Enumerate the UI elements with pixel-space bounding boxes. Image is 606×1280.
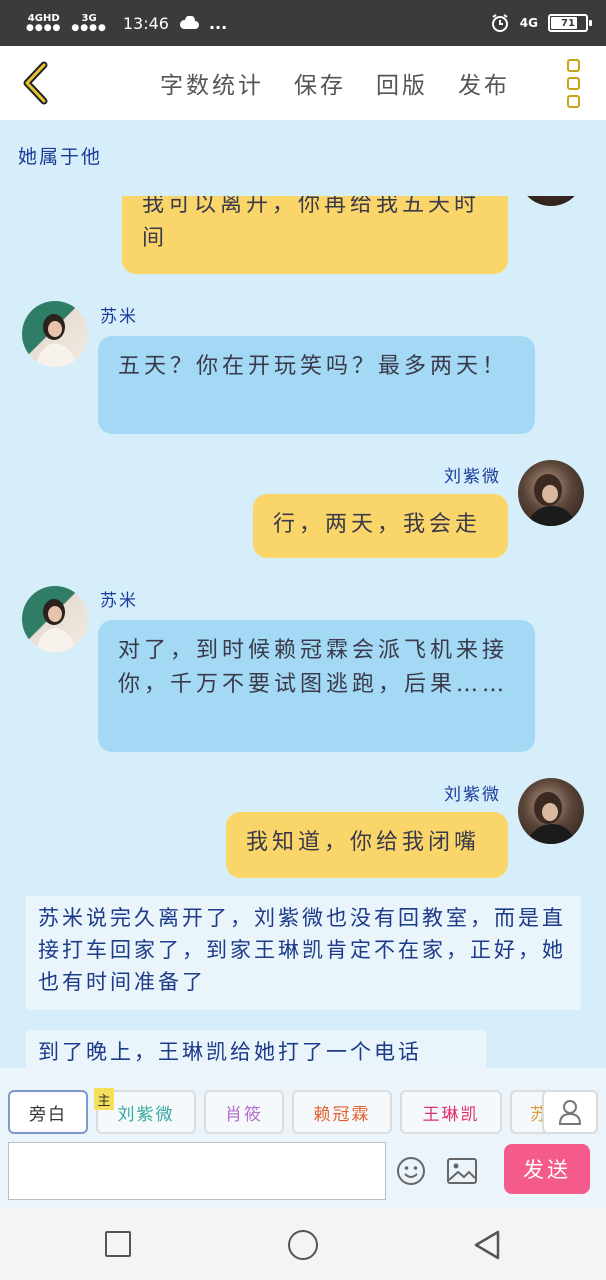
battery-icon: 71: [548, 14, 592, 32]
message-bubble[interactable]: 我可以离开，你再给我五天时间: [122, 196, 508, 274]
publish-button[interactable]: 发布: [458, 66, 510, 100]
menu-dot-icon: [567, 76, 580, 90]
status-bar: 4GHD ●●●● 3G ●●●● 13:46 ... 4G 71: [0, 0, 606, 46]
speaker-name: 刘紫微: [444, 467, 501, 487]
network-type-label: 4GHD: [27, 12, 60, 24]
character-chip[interactable]: 肖筱: [204, 1090, 284, 1134]
word-count-button[interactable]: 字数统计: [160, 66, 264, 100]
clock: 13:46: [122, 13, 169, 33]
recent-apps-icon[interactable]: [105, 1231, 131, 1257]
cloud-icon: [179, 16, 199, 29]
avatar-su-mi[interactable]: [22, 301, 88, 367]
avatar-liu-ziwei[interactable]: [518, 460, 584, 526]
character-chip[interactable]: 赖冠霖: [292, 1090, 392, 1134]
message-bubble[interactable]: 五天？你在开玩笑吗？最多两天！: [98, 336, 535, 434]
message-bubble[interactable]: 行，两天，我会走: [253, 494, 508, 558]
menu-dot-icon: [567, 58, 580, 72]
image-icon[interactable]: [446, 1156, 478, 1186]
character-chip-narrator[interactable]: 旁白: [8, 1090, 88, 1134]
main-character-badge: 主: [94, 1088, 114, 1110]
composer-panel: 旁白 主 刘紫微 肖筱 赖冠霖 王琳凯 苏 发送: [0, 1068, 606, 1208]
speaker-name: 刘紫微: [444, 785, 501, 805]
narration-block[interactable]: 苏米说完久离开了，刘紫微也没有回教室，而是直接打车回家了，到家王琳凯肯定不在家，…: [26, 896, 581, 1010]
revert-version-button[interactable]: 回版: [376, 66, 428, 100]
more-menu-button[interactable]: [567, 58, 580, 108]
message-bubble[interactable]: 对了，到时候赖冠霖会派飞机来接你，千万不要试图逃跑，后果……: [98, 620, 535, 752]
send-button[interactable]: 发送: [504, 1144, 590, 1194]
back-button[interactable]: [0, 46, 70, 120]
avatar-su-mi[interactable]: [22, 586, 88, 652]
top-toolbar: 字数统计 保存 回版 发布: [0, 46, 606, 120]
chapter-title[interactable]: 她属于他: [18, 142, 102, 169]
menu-dot-icon: [567, 94, 580, 108]
signal-icon-sim1: 4GHD ●●●●: [26, 12, 62, 33]
user-icon: [558, 1100, 582, 1125]
more-notifications-icon: ...: [208, 13, 228, 33]
chip-label: 刘紫微: [117, 1104, 175, 1125]
avatar-liu-ziwei[interactable]: [518, 778, 584, 844]
network-4g-label: 4G: [519, 16, 538, 30]
chat-area[interactable]: 我可以离开，你再给我五天时间 苏米 五天？你在开玩笑吗？最多两天！ 刘紫微 行，…: [0, 196, 606, 1068]
network-type-label: 3G: [81, 12, 97, 24]
chip-label: 赖冠霖: [313, 1104, 371, 1125]
system-nav-bar: [0, 1208, 606, 1280]
battery-level: 71: [561, 17, 575, 29]
save-button[interactable]: 保存: [294, 66, 346, 100]
chip-label: 王琳凯: [422, 1104, 480, 1125]
avatar-liu-ziwei[interactable]: [518, 196, 584, 206]
chip-label: 旁白: [29, 1104, 67, 1125]
chip-label: 肖筱: [225, 1104, 263, 1125]
add-character-button[interactable]: [542, 1090, 598, 1134]
chevron-left-icon: [23, 61, 48, 105]
message-bubble[interactable]: 我知道，你给我闭嘴: [226, 812, 508, 878]
home-icon[interactable]: [288, 1230, 318, 1260]
message-input[interactable]: [8, 1142, 386, 1200]
alarm-icon: [491, 14, 508, 32]
speaker-name: 苏米: [100, 591, 138, 611]
back-triangle-icon[interactable]: [472, 1229, 502, 1261]
emoji-icon[interactable]: [396, 1156, 426, 1186]
character-chip[interactable]: 王琳凯: [400, 1090, 502, 1134]
speaker-name: 苏米: [100, 307, 138, 327]
signal-icon-sim2: 3G ●●●●: [71, 12, 107, 33]
narration-block[interactable]: 到了晚上，王琳凯给她打了一个电话: [26, 1030, 486, 1068]
